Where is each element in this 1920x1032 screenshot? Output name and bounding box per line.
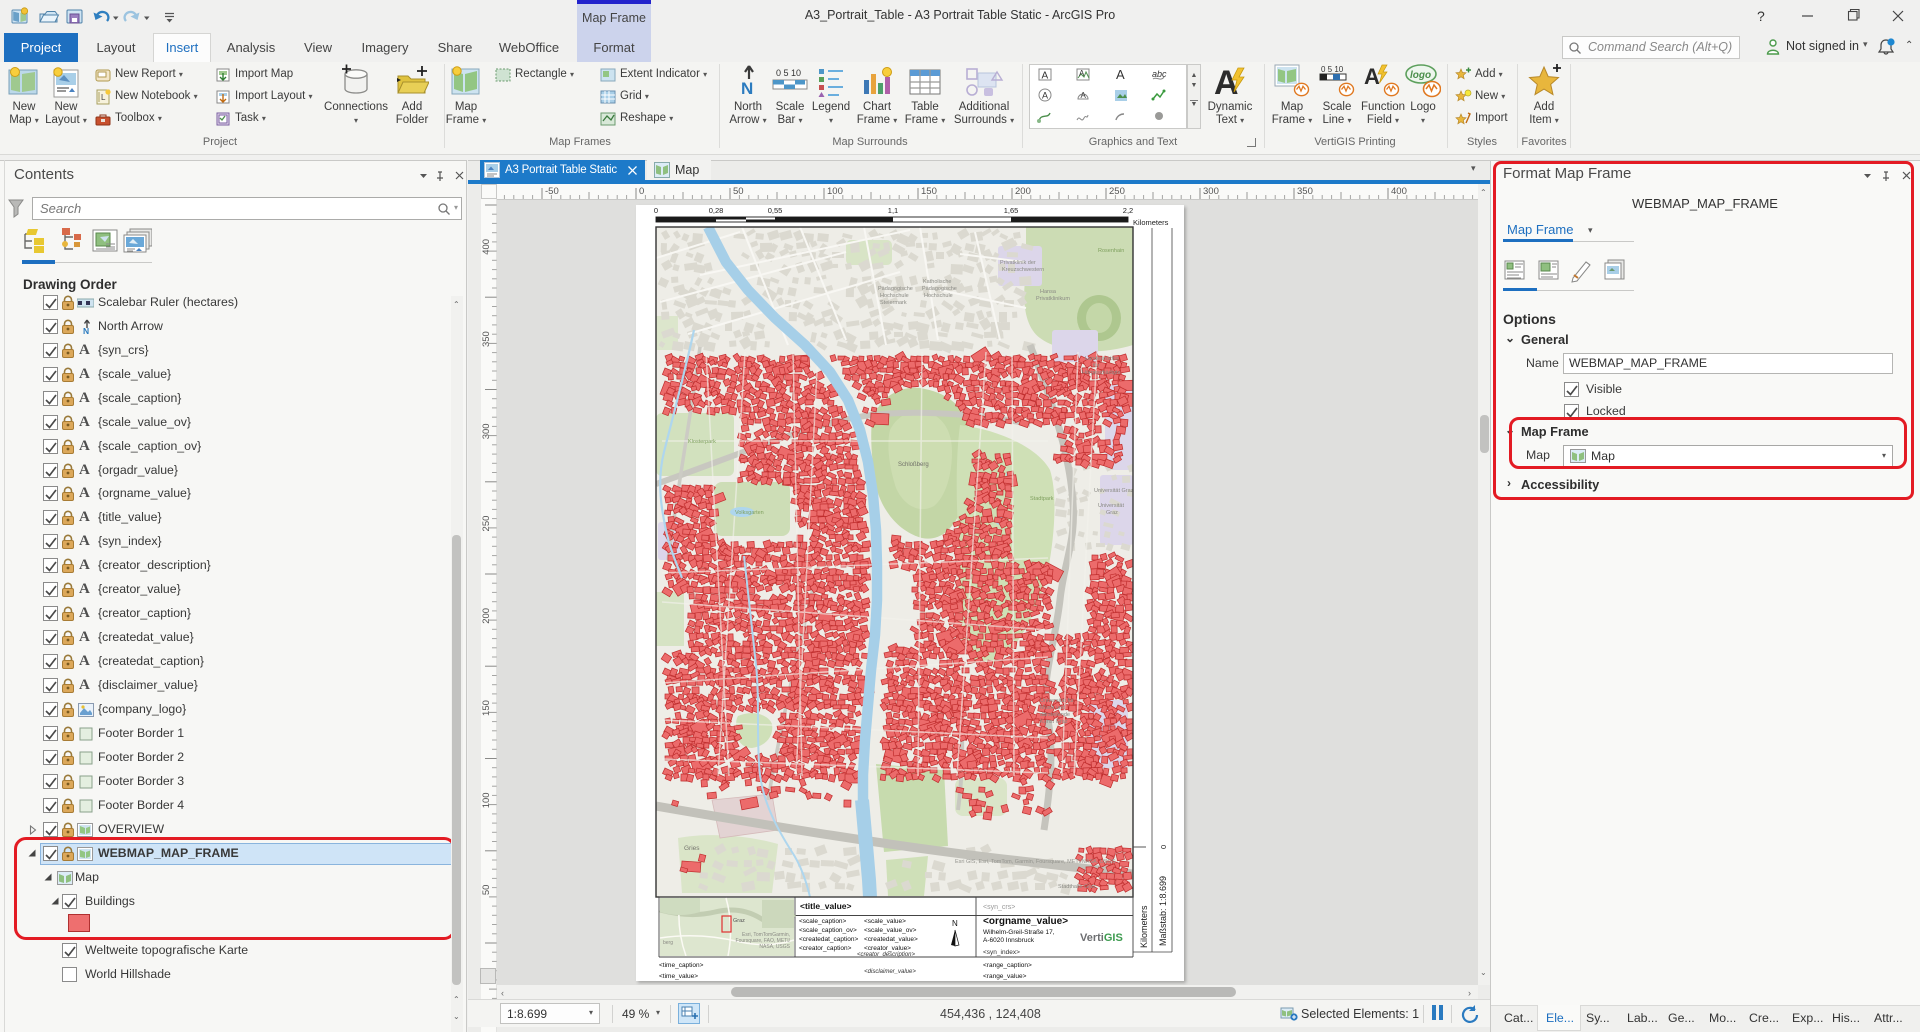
svg-text:N: N bbox=[83, 326, 89, 335]
svg-text:Hörgeschädigte: Hörgeschädigte bbox=[1082, 370, 1121, 376]
svg-text:1,1: 1,1 bbox=[888, 206, 898, 215]
svg-text:?: ? bbox=[1757, 8, 1765, 24]
svg-text:<range_caption>: <range_caption> bbox=[983, 962, 1032, 969]
svg-text:Stadtpark: Stadtpark bbox=[1030, 496, 1054, 502]
svg-text:logo: logo bbox=[1410, 70, 1431, 81]
svg-text:0,55: 0,55 bbox=[768, 206, 783, 215]
svg-text:Privatklinik der: Privatklinik der bbox=[1000, 260, 1036, 266]
svg-text:N: N bbox=[741, 79, 753, 98]
svg-text:A: A bbox=[1081, 91, 1087, 100]
svg-text:<disclaimer_value>: <disclaimer_value> bbox=[864, 969, 916, 975]
svg-text:darstellende: darstellende bbox=[1040, 712, 1070, 718]
svg-text:0 5 10: 0 5 10 bbox=[776, 68, 801, 78]
svg-text:Maßstab: 1:8.699: Maßstab: 1:8.699 bbox=[1158, 876, 1168, 946]
svg-text:NASA, USGS: NASA, USGS bbox=[759, 944, 790, 950]
svg-text:<time_caption>: <time_caption> bbox=[659, 962, 704, 969]
svg-text:Universität Graz: Universität Graz bbox=[1094, 488, 1134, 494]
svg-text:Kunst Graz: Kunst Graz bbox=[1040, 719, 1068, 725]
svg-text:<creator_value>: <creator_value> bbox=[864, 945, 911, 952]
svg-text:Gries: Gries bbox=[684, 845, 700, 852]
svg-text:0 5 10: 0 5 10 bbox=[1321, 65, 1344, 74]
svg-text:Privatklinikum: Privatklinikum bbox=[1036, 296, 1070, 302]
svg-text:<orgname_value>: <orgname_value> bbox=[983, 916, 1068, 927]
svg-text:Kilometers: Kilometers bbox=[1139, 905, 1149, 948]
svg-text:Stadthalle Graz: Stadthalle Graz bbox=[1058, 884, 1096, 890]
svg-text:Schloßberg: Schloßberg bbox=[898, 462, 929, 468]
svg-text:200: 200 bbox=[1015, 186, 1031, 197]
svg-text:A: A bbox=[1042, 91, 1048, 101]
svg-text:Wilhelm-Greil-Straße 17,: Wilhelm-Greil-Straße 17, bbox=[983, 929, 1055, 936]
svg-text:A: A bbox=[1364, 64, 1380, 89]
svg-text:0: 0 bbox=[639, 186, 644, 197]
svg-text:Steiermark: Steiermark bbox=[880, 300, 907, 306]
svg-text:A: A bbox=[1214, 64, 1239, 100]
svg-text:Landesinstitut: Landesinstitut bbox=[1085, 356, 1119, 362]
svg-text:<createdat_value>: <createdat_value> bbox=[864, 936, 918, 943]
svg-text:Kreuzschwestern: Kreuzschwestern bbox=[1002, 267, 1044, 273]
svg-text:300: 300 bbox=[481, 423, 492, 439]
svg-text:Graz: Graz bbox=[733, 918, 745, 924]
svg-text:0,28: 0,28 bbox=[709, 206, 724, 215]
svg-text:250: 250 bbox=[481, 516, 492, 532]
svg-text:2,2: 2,2 bbox=[1123, 206, 1133, 215]
svg-text:-50: -50 bbox=[545, 186, 559, 197]
svg-text:Esri GIS, Esri, TomTom, Garmin: Esri GIS, Esri, TomTom, Garmin, Foursqua… bbox=[955, 859, 1116, 865]
svg-text:L: L bbox=[101, 93, 106, 102]
svg-text:<time_value>: <time_value> bbox=[659, 973, 698, 980]
svg-text:A-6020 Innsbruck: A-6020 Innsbruck bbox=[983, 937, 1035, 944]
svg-text:200: 200 bbox=[481, 608, 492, 624]
svg-text:<scale_value>: <scale_value> bbox=[864, 918, 906, 925]
svg-text:<syn_crs>: <syn_crs> bbox=[983, 904, 1015, 911]
svg-text:Musik und: Musik und bbox=[1040, 705, 1065, 711]
svg-text:<creator_caption>: <creator_caption> bbox=[799, 945, 852, 952]
svg-text:Katholische: Katholische bbox=[923, 279, 951, 285]
svg-text:Hansa: Hansa bbox=[1040, 289, 1057, 295]
svg-text:0: 0 bbox=[1159, 845, 1168, 849]
svg-text:400: 400 bbox=[1391, 186, 1407, 197]
svg-text:Hochschule: Hochschule bbox=[924, 293, 953, 299]
svg-text:50: 50 bbox=[733, 186, 744, 197]
svg-text:<creator_description>: <creator_description> bbox=[857, 952, 916, 958]
svg-text:400: 400 bbox=[481, 239, 492, 255]
svg-text:Universität für: Universität für bbox=[1040, 698, 1074, 704]
svg-text:100: 100 bbox=[827, 186, 843, 197]
svg-text:<scale_caption>: <scale_caption> bbox=[799, 918, 847, 925]
svg-text:Klosterpark: Klosterpark bbox=[688, 439, 716, 445]
svg-text:350: 350 bbox=[1297, 186, 1313, 197]
svg-text:VertiGIS: VertiGIS bbox=[1080, 932, 1123, 944]
svg-text:Pädagogische: Pädagogische bbox=[878, 286, 913, 292]
svg-text:<createdat_caption>: <createdat_caption> bbox=[799, 936, 858, 943]
svg-text:350: 350 bbox=[481, 331, 492, 347]
svg-text:berg: berg bbox=[663, 940, 673, 946]
svg-text:50: 50 bbox=[481, 885, 492, 896]
svg-text:A: A bbox=[1116, 67, 1125, 82]
svg-text:N: N bbox=[952, 919, 958, 928]
svg-text:300: 300 bbox=[1203, 186, 1219, 197]
svg-text:Volksgarten: Volksgarten bbox=[735, 510, 764, 516]
svg-text:<title_value>: <title_value> bbox=[800, 901, 852, 911]
svg-text:<syn_index>: <syn_index> bbox=[983, 949, 1020, 956]
svg-text:1,65: 1,65 bbox=[1004, 206, 1019, 215]
svg-text:250: 250 bbox=[1109, 186, 1125, 197]
svg-text:A: A bbox=[1079, 69, 1085, 78]
svg-text:150: 150 bbox=[921, 186, 937, 197]
svg-text:<scale_caption_ov>: <scale_caption_ov> bbox=[799, 927, 857, 934]
svg-text:Graz: Graz bbox=[1106, 510, 1118, 516]
svg-text:<range_value>: <range_value> bbox=[983, 973, 1027, 980]
svg-text:Rosenhain: Rosenhain bbox=[1098, 248, 1124, 254]
svg-text:Hochschule: Hochschule bbox=[880, 293, 909, 299]
svg-text:Universität: Universität bbox=[1098, 503, 1124, 509]
svg-text:A: A bbox=[1042, 71, 1049, 82]
svg-text:150: 150 bbox=[481, 700, 492, 716]
svg-text:0: 0 bbox=[654, 206, 658, 215]
svg-text:<scale_value_ov>: <scale_value_ov> bbox=[864, 927, 917, 934]
svg-text:100: 100 bbox=[481, 792, 492, 808]
svg-text:Kilometers: Kilometers bbox=[1133, 218, 1169, 227]
svg-text:Pädagogische: Pädagogische bbox=[922, 286, 957, 292]
svg-text:für: für bbox=[1093, 363, 1100, 369]
svg-text:abc: abc bbox=[1152, 69, 1167, 79]
